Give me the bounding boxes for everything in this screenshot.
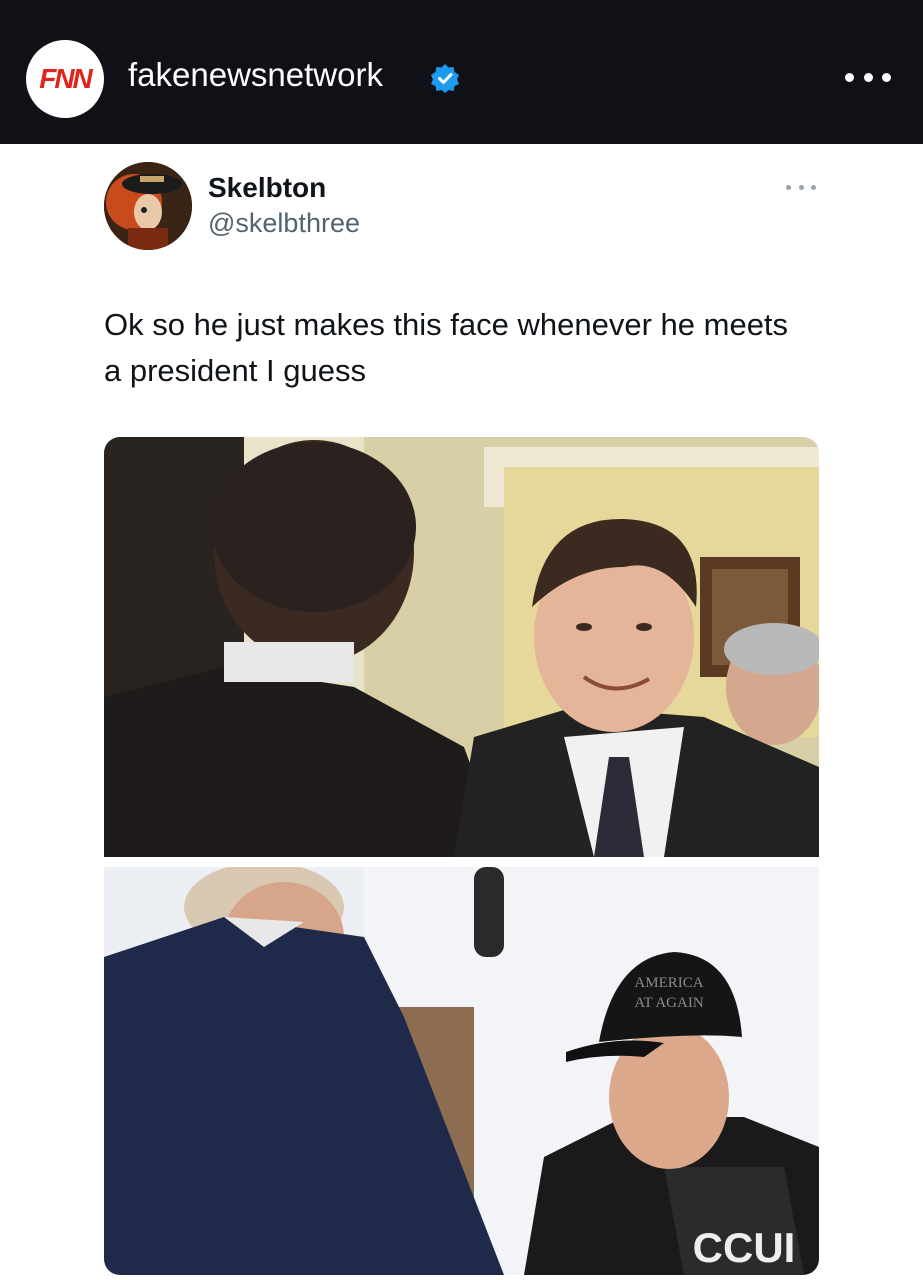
tweet-author-avatar[interactable] — [104, 162, 192, 250]
account-name[interactable]: fakenewsnetwork — [128, 56, 383, 94]
fnn-logo: FNN — [39, 63, 93, 94]
photo-top[interactable] — [104, 437, 819, 857]
tweet-author-handle[interactable]: @skelbthree — [208, 208, 360, 239]
cap-text-line1: AMERICA — [634, 975, 703, 991]
tweet-text: Ok so he just makes this face whenever h… — [104, 307, 789, 388]
post-header: FNN fakenewsnetwork — [0, 0, 923, 144]
tweet-more-icon[interactable] — [786, 182, 816, 192]
more-options-icon[interactable] — [845, 62, 891, 92]
shirt-text: CCUI — [693, 1224, 796, 1271]
account-avatar[interactable]: FNN — [26, 40, 104, 118]
tweet-author-name[interactable]: Skelbton — [208, 172, 326, 204]
cap-text-line2: AT AGAIN — [634, 995, 703, 1011]
photo-bottom[interactable]: AMERICA AT AGAIN CCUI — [104, 867, 819, 1275]
verified-badge-icon — [431, 64, 459, 93]
